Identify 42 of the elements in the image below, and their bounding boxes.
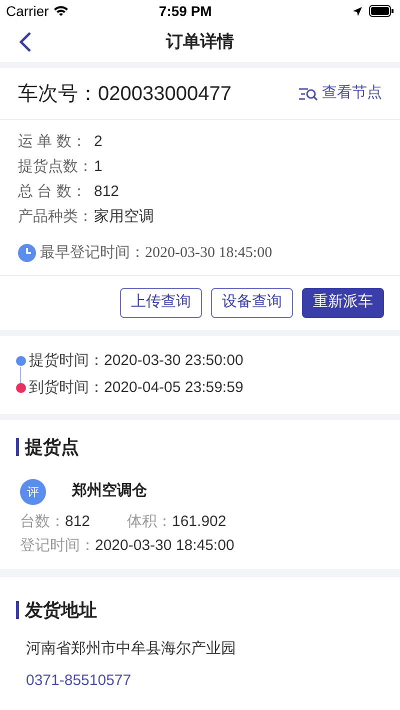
carrier-name: Carrier: [6, 2, 49, 20]
section-heading: 发货地址: [25, 598, 97, 622]
list-search-icon: [298, 86, 318, 100]
action-button[interactable]: 设备查询: [211, 288, 293, 318]
wifi-icon: [52, 5, 69, 17]
field-value: 1: [94, 157, 102, 178]
field-label: 提货时间：: [29, 350, 104, 371]
battery-icon: [369, 5, 394, 17]
view-nodes-link[interactable]: 查看节点: [298, 82, 382, 105]
location-icon: [352, 6, 363, 16]
heading-bar: [16, 601, 19, 619]
heading-bar: [16, 438, 19, 456]
field-value: 2020-03-30 18:45:00: [95, 536, 234, 556]
action-button[interactable]: 重新派车: [302, 288, 384, 318]
field-label: 最早登记时间：: [40, 243, 145, 263]
field-label: 产品种类：: [18, 207, 94, 228]
warehouse-name: 郑州空调仓: [72, 481, 147, 502]
field-label: 体积：: [127, 512, 172, 532]
action-button[interactable]: 上传查询: [120, 288, 202, 318]
field-value: 161.902: [172, 512, 226, 532]
address-text: 河南省郑州市中牟县海尔产业园: [26, 638, 237, 658]
field-value: 2020-03-30 23:50:00: [104, 350, 244, 371]
page-title: 订单详情: [166, 31, 234, 54]
phone-link[interactable]: 0371-85510577: [26, 670, 132, 692]
section-heading: 提货点: [25, 436, 79, 458]
status-time: 7:59 PM: [158, 2, 213, 20]
field-value: 2020-04-05 23:59:59: [104, 378, 244, 398]
field-label: 运 单 数：: [18, 132, 88, 152]
clock-icon: [18, 244, 36, 262]
field-value: 812: [65, 512, 92, 532]
field-value: 2020-03-30 18:45:00: [145, 244, 272, 263]
field-value: 家用空调: [94, 207, 154, 228]
field-label: 登记时间：: [20, 536, 95, 556]
field-label: 总 台 数：: [18, 182, 88, 202]
back-icon[interactable]: [18, 31, 32, 53]
field-label: 到货时间：: [29, 378, 104, 398]
field-label: 台数：: [20, 512, 65, 532]
trip-number: 车次号：020033000477: [18, 82, 232, 106]
field-value: 2: [94, 132, 102, 152]
badge: 评: [20, 478, 46, 504]
field-value: 812: [94, 182, 120, 202]
field-label: 提货点数：: [18, 157, 94, 178]
